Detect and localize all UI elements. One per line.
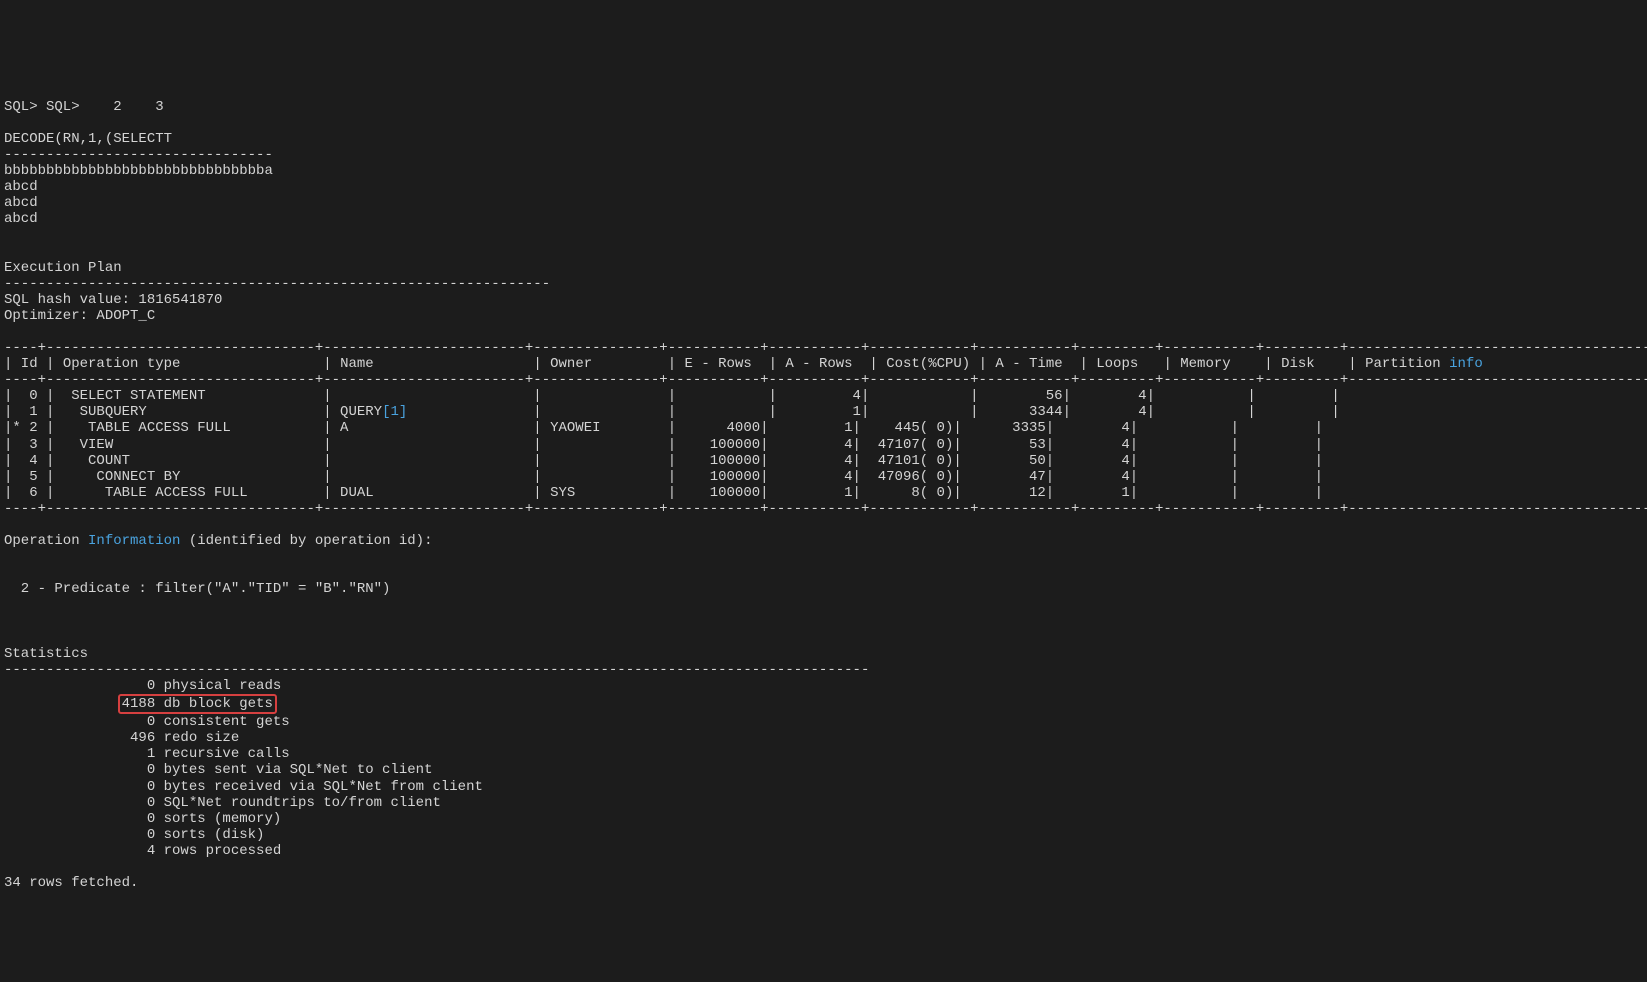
result-row: bbbbbbbbbbbbbbbbbbbbbbbbbbbbbbba bbox=[4, 163, 273, 179]
col-erows: | E - Rows bbox=[668, 356, 769, 372]
plan-table-border: ----+--------------------------------+--… bbox=[4, 372, 1647, 388]
stat-roundtrips: 0 SQL*Net roundtrips to/from client bbox=[4, 795, 441, 811]
hash-value: SQL hash value: 1816541870 bbox=[4, 292, 222, 308]
col-cost: | Cost(%CPU) bbox=[869, 356, 978, 372]
stat-bytes-received: 0 bytes received via SQL*Net from client bbox=[4, 779, 483, 795]
stat-recursive-calls: 1 recursive calls bbox=[4, 746, 290, 762]
plan-row: | 5 | CONNECT BY | | | 100000| 4| 47096(… bbox=[4, 469, 1647, 485]
result-row: abcd bbox=[4, 195, 38, 211]
stat-redo-size: 496 redo size bbox=[4, 730, 239, 746]
plan-table-border: ----+--------------------------------+--… bbox=[4, 340, 1647, 356]
opinfo-word: Information bbox=[88, 533, 180, 549]
stat-rows-processed: 4 rows processed bbox=[4, 843, 281, 859]
optimizer: Optimizer: ADOPT_C bbox=[4, 308, 155, 324]
col-memory: | Memory bbox=[1163, 356, 1264, 372]
plan-row: | 6 | TABLE ACCESS FULL | DUAL | SYS | 1… bbox=[4, 485, 1647, 501]
result-row: abcd bbox=[4, 211, 38, 227]
sql-prompt: SQL> SQL> 2 3 bbox=[4, 99, 164, 115]
execution-plan-title: Execution Plan bbox=[4, 260, 122, 276]
statistics-separator: ----------------------------------------… bbox=[4, 662, 869, 678]
stat-db-block-gets-line: 4188 db block gets bbox=[4, 696, 277, 712]
statistics-title: Statistics bbox=[4, 646, 88, 662]
col-disk: | Disk bbox=[1264, 356, 1348, 372]
stat-consistent-gets: 0 consistent gets bbox=[4, 714, 290, 730]
col-partition-pre: | Partition bbox=[1348, 356, 1449, 372]
plan-row: |* 2 | TABLE ACCESS FULL | A | YAOWEI | … bbox=[4, 420, 1647, 436]
col-operation: | Operation type bbox=[46, 356, 323, 372]
rows-fetched: 34 rows fetched. bbox=[4, 875, 138, 891]
plan-table-border: ----+--------------------------------+--… bbox=[4, 501, 1647, 517]
stat-sorts-memory: 0 sorts (memory) bbox=[4, 811, 281, 827]
plan-row: | 4 | COUNT | | | 100000| 4| 47101( 0)| … bbox=[4, 453, 1647, 469]
col-owner: | Owner bbox=[533, 356, 667, 372]
col-atime: | A - Time bbox=[979, 356, 1080, 372]
stat-sorts-disk: 0 sorts (disk) bbox=[4, 827, 264, 843]
plan-row: | 0 | SELECT STATEMENT | | | | 4| | 56| … bbox=[4, 388, 1647, 404]
decode-header: DECODE(RN,1,(SELECTT bbox=[4, 131, 172, 147]
stat-db-block-gets-indent bbox=[4, 696, 122, 712]
col-id: | Id bbox=[4, 356, 46, 372]
decode-separator: -------------------------------- bbox=[4, 147, 273, 163]
col-name: | Name bbox=[323, 356, 533, 372]
terminal-output: SQL> SQL> 2 3 DECODE(RN,1,(SELECTT -----… bbox=[0, 80, 1647, 901]
col-arows: | A - Rows bbox=[769, 356, 870, 372]
plan-row: | 3 | VIEW | | | 100000| 4| 47107( 0)| 5… bbox=[4, 437, 1647, 453]
operation-info-title: Operation Information (identified by ope… bbox=[4, 533, 432, 549]
plan-row: | 1 | SUBQUERY | QUERY[1] | | | 1| | 334… bbox=[4, 404, 1647, 420]
execution-plan-separator: ----------------------------------------… bbox=[4, 276, 550, 292]
result-row: abcd bbox=[4, 179, 38, 195]
col-partition-info: info bbox=[1449, 356, 1483, 372]
stat-bytes-sent: 0 bytes sent via SQL*Net to client bbox=[4, 762, 432, 778]
db-block-gets-highlight: 4188 db block gets bbox=[118, 694, 277, 714]
stat-physical-reads: 0 physical reads bbox=[4, 678, 281, 694]
opinfo-pre: Operation bbox=[4, 533, 88, 549]
opinfo-post: (identified by operation id): bbox=[180, 533, 432, 549]
col-loops: | Loops bbox=[1079, 356, 1163, 372]
predicate-info: 2 - Predicate : filter("A"."TID" = "B"."… bbox=[4, 581, 390, 597]
plan-table-header: | Id | Operation type | Name | Owner | E… bbox=[4, 356, 1647, 372]
col-partition-tail: | bbox=[1483, 356, 1647, 372]
stat-db-block-gets: 4188 db block gets bbox=[122, 696, 273, 712]
plan-rows: | 0 | SELECT STATEMENT | | | | 4| | 56| … bbox=[4, 388, 1647, 501]
